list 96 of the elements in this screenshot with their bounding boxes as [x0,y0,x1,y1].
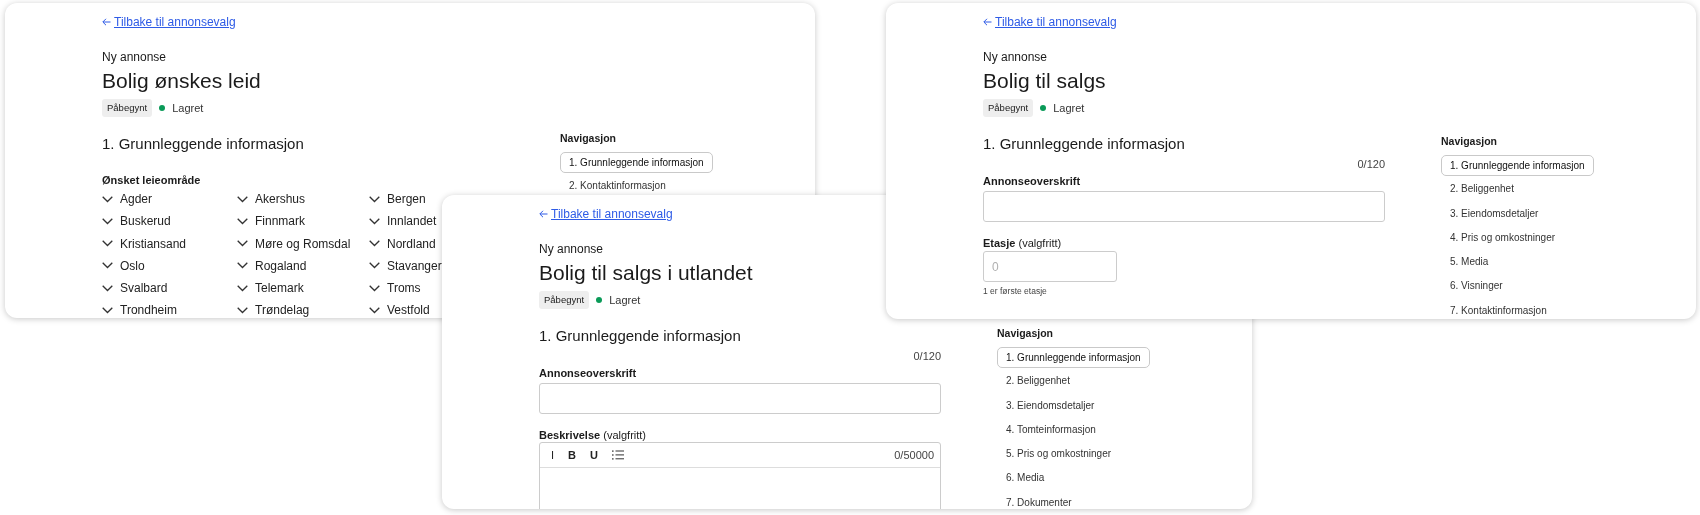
navigation-item[interactable]: 2. Beliggenhet [1441,183,1523,196]
chevron-down-icon [237,195,248,203]
region-item[interactable]: Bergen [369,190,426,208]
chevron-down-icon [237,262,248,270]
navigation-item[interactable]: 2. Kontaktinformasjon [560,180,675,193]
status-badge: Påbegynt [102,99,153,117]
chevron-down-icon [237,307,248,314]
chevron-down-icon [102,240,113,248]
chevron-down-icon [102,195,113,203]
navigation-item[interactable]: 5. Pris og omkostninger [997,448,1121,461]
character-counter: 0/120 [1357,157,1385,171]
navigation-item[interactable]: 6. Media [997,472,1054,485]
chevron-down-icon [237,240,248,248]
region-item[interactable]: Vestfold [369,302,430,318]
bullet-list-icon [611,450,624,460]
chevron-down-icon [369,217,380,225]
arrow-left-icon [983,18,992,26]
navigation-heading: Navigasjon [997,327,1054,339]
chevron-down-icon [369,307,380,314]
region-item[interactable]: Kristiansand [102,235,187,253]
form-eyebrow: Ny annonse [539,242,605,256]
chevron-down-icon [369,195,380,203]
region-item[interactable]: Rogaland [237,257,307,275]
region-item[interactable]: Møre og Romsdal [237,235,351,253]
navigation-item[interactable]: 4. Tomteinformasjon [997,423,1105,436]
format-button[interactable]: U [585,447,603,463]
input-field[interactable] [539,383,941,414]
text-editor[interactable]: I B U 0/50000 [539,442,941,509]
arrow-left-icon [539,210,548,218]
navigation-item[interactable]: 3. Eiendomsdetaljer [997,399,1104,412]
page-title: Bolig ønskes leid [102,68,262,94]
navigation-item[interactable]: 7. Kontaktinformasjon [1441,304,1556,317]
region-item[interactable]: Akershus [237,190,306,208]
field-label: Etasje (valgfritt) [983,236,1063,250]
back-link[interactable]: Tilbake til annonsevalg [983,16,1117,28]
chevron-down-icon [369,262,380,270]
region-item[interactable]: Finnmark [237,212,305,230]
saved-status-dot [1040,105,1047,111]
navigation-item[interactable]: 4. Pris og omkostninger [1441,231,1565,244]
region-item[interactable]: Troms [369,279,421,297]
field-label: Ønsket leieområde [102,173,202,187]
chevron-down-icon [102,262,113,270]
page-title: Bolig til salgs i utlandet [539,260,754,286]
chevron-down-icon [369,284,380,292]
chevron-down-icon [369,240,380,248]
region-item[interactable]: Svalbard [102,279,168,297]
form-eyebrow: Ny annonse [983,50,1049,64]
section-heading: 1. Grunnleggende informasjon [539,327,742,345]
back-link[interactable]: Tilbake til annonsevalg [102,16,236,28]
format-button[interactable]: B [563,447,581,463]
chevron-down-icon [102,217,113,225]
character-counter: 0/120 [913,349,941,363]
input-field[interactable] [983,191,1385,222]
character-counter: 0/50000 [894,449,934,461]
chevron-down-icon [102,307,113,314]
saved-status: Lagret [172,102,204,114]
field-label: Annonseoverskrift [983,174,1082,188]
back-link[interactable]: Tilbake til annonsevalg [539,208,673,220]
help-text: 1 er første etasje [983,285,1048,297]
region-item[interactable]: Agder [102,190,153,208]
region-item[interactable]: Nordland [369,235,436,253]
region-item[interactable]: Oslo [102,257,145,275]
region-item[interactable]: Trøndelag [237,302,310,318]
section-heading: 1. Grunnleggende informasjon [102,135,305,153]
navigation-item[interactable]: 1. Grunnleggende informasjon [997,346,1150,368]
saved-status: Lagret [1053,102,1085,114]
section-heading: 1. Grunnleggende informasjon [983,135,1186,153]
chevron-down-icon [102,284,113,292]
navigation-heading: Navigasjon [1441,135,1498,147]
input-field[interactable]: 0 [983,251,1117,282]
arrow-left-icon [102,18,111,26]
navigation-item[interactable]: 3. Eiendomsdetaljer [1441,207,1548,220]
status-badge: Påbegynt [539,291,590,309]
navigation-item[interactable]: 6. Visninger [1441,280,1512,293]
region-item[interactable]: Telemark [237,279,304,297]
navigation-heading: Navigasjon [560,132,617,144]
field-label: Annonseoverskrift [539,366,638,380]
chevron-down-icon [237,217,248,225]
navigation-item[interactable]: 7. Dokumenter [997,496,1081,509]
chevron-down-icon [237,284,248,292]
region-item[interactable]: Stavanger [369,257,442,275]
region-item[interactable]: Buskerud [102,212,171,230]
field-label: Beskrivelse (valgfritt) [539,428,647,442]
status-badge: Påbegynt [983,99,1034,117]
navigation-item[interactable]: 5. Media [1441,256,1498,269]
navigation-item[interactable]: 2. Beliggenhet [997,375,1079,388]
navigation-item[interactable]: 1. Grunnleggende informasjon [1441,154,1594,176]
region-item[interactable]: Trondheim [102,302,177,318]
saved-status: Lagret [609,294,641,306]
saved-status-dot [596,297,603,303]
region-item[interactable]: Innlandet [369,212,437,230]
form-eyebrow: Ny annonse [102,50,168,64]
navigation-item[interactable]: 1. Grunnleggende informasjon [560,151,713,173]
saved-status-dot [159,105,166,111]
format-button[interactable]: I [546,447,560,463]
page-title: Bolig til salgs [983,68,1107,94]
